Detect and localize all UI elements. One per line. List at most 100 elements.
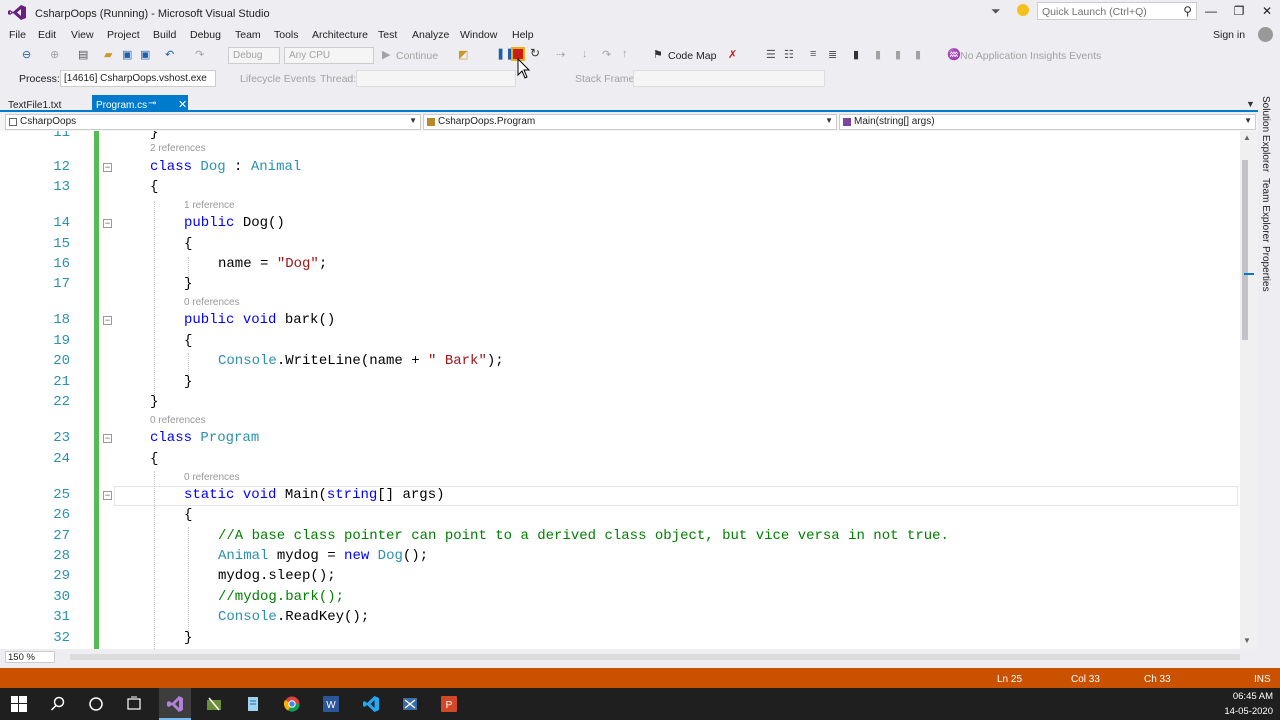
continue-icon[interactable]: ▶ [382, 48, 390, 61]
step-into-icon[interactable]: ↓ [582, 48, 588, 60]
collapse-icon[interactable]: − [103, 219, 112, 228]
clear-bookmarks-icon[interactable]: ▮ [915, 48, 921, 61]
vscode-taskbar-icon[interactable] [363, 696, 379, 712]
collapse-icon[interactable]: − [103, 434, 112, 443]
collapse-icon[interactable]: − [103, 491, 112, 500]
collapse-icon[interactable]: − [103, 163, 112, 172]
navigate-forward-icon[interactable]: ⊕ [50, 48, 59, 61]
solution-platform-select[interactable]: Any CPU [284, 47, 374, 64]
menu-test[interactable]: Test [378, 29, 397, 41]
search-icon[interactable]: ⚲ [1183, 4, 1192, 18]
code-map-button[interactable]: Code Map [668, 50, 716, 62]
status-column: Col 33 [1071, 674, 1100, 685]
snipping-tool-taskbar-icon[interactable] [402, 696, 418, 712]
windows-start-icon[interactable] [11, 696, 27, 712]
sign-in-link[interactable]: Sign in [1213, 29, 1245, 41]
menu-build[interactable]: Build [153, 29, 176, 41]
outdent-icon[interactable]: ≣ [828, 48, 837, 61]
member-dropdown[interactable]: Main(string[] args) ▼ [839, 114, 1256, 130]
task-view-icon[interactable] [126, 696, 142, 712]
token: public [184, 312, 235, 328]
save-all-icon[interactable]: ▣ [140, 48, 150, 61]
menu-edit[interactable]: Edit [38, 29, 56, 41]
taskbar-clock-date[interactable]: 14-05-2020 [1220, 706, 1273, 717]
next-bookmark-icon[interactable]: ▮ [895, 48, 901, 61]
redo-icon[interactable]: ↷ [195, 48, 204, 61]
menu-analyze[interactable]: Analyze [412, 29, 449, 41]
chrome-taskbar-icon[interactable] [284, 696, 300, 712]
comment-icon[interactable]: ☰ [766, 48, 776, 61]
menu-debug[interactable]: Debug [190, 29, 221, 41]
break-all-button[interactable]: ❚❚ [496, 47, 514, 60]
word-taskbar-icon[interactable]: W [323, 696, 339, 712]
menu-view[interactable]: View [71, 29, 94, 41]
menu-architecture[interactable]: Architecture [312, 29, 368, 41]
app-insights-events[interactable]: No Application Insights Events [960, 50, 1101, 62]
powerpoint-taskbar-icon[interactable]: P [441, 696, 457, 712]
uncomment-icon[interactable]: ☷ [784, 48, 794, 61]
code-lens-references[interactable]: 0 references [184, 472, 240, 483]
restart-button[interactable]: ↻ [530, 46, 540, 60]
lifecycle-events-dropdown[interactable]: Lifecycle Events [240, 73, 316, 85]
menu-project[interactable]: Project [107, 29, 140, 41]
vertical-scroll-thumb[interactable] [1242, 160, 1248, 340]
taskbar-clock-time[interactable]: 06:45 AM [1225, 691, 1273, 702]
continue-button[interactable]: Continue [396, 50, 438, 62]
tab-textfile1[interactable]: TextFile1.txt [8, 100, 61, 111]
stack-frame-select[interactable] [633, 70, 825, 87]
zoom-level-select[interactable]: 150 % [5, 651, 55, 663]
menu-help[interactable]: Help [512, 29, 534, 41]
code-lens-references[interactable]: 2 references [150, 143, 206, 154]
navigate-back-icon[interactable]: ⊖ [22, 48, 31, 61]
horizontal-scroll-thumb[interactable] [70, 654, 1240, 660]
menu-tools[interactable]: Tools [274, 29, 299, 41]
menu-file[interactable]: File [9, 29, 26, 41]
search-icon[interactable] [50, 696, 66, 712]
type-dropdown[interactable]: CsharpOops.Program ▼ [423, 114, 837, 130]
tools-taskbar-icon[interactable] [206, 696, 222, 712]
process-select[interactable]: [14616] CsharpOops.vshost.exe [60, 70, 216, 87]
undo-icon[interactable]: ↶ [165, 48, 174, 61]
restore-button[interactable]: ❐ [1226, 2, 1252, 20]
solution-explorer-tab[interactable]: Solution Explorer [1260, 96, 1271, 172]
notification-filter-icon[interactable]: ⏷ [991, 4, 1001, 19]
prev-bookmark-icon[interactable]: ▮ [875, 48, 881, 61]
quick-launch-input[interactable]: Quick Launch (Ctrl+Q) ⚲ [1037, 2, 1197, 20]
step-over-icon[interactable]: ↷ [602, 48, 611, 61]
step-out-icon[interactable]: ↑ [622, 48, 628, 60]
account-icon[interactable] [1258, 27, 1273, 42]
code-editor[interactable]: 11 } 2 references 12 − class Dog : Anima… [0, 131, 1258, 649]
save-icon[interactable]: ▣ [122, 48, 132, 61]
scroll-up-icon[interactable]: ▲ [1243, 133, 1251, 142]
code-lens-references[interactable]: 0 references [184, 297, 240, 308]
code-map-icon[interactable]: ⚑ [653, 48, 663, 61]
menu-window[interactable]: Window [460, 29, 497, 41]
properties-tab[interactable]: Properties [1260, 246, 1271, 292]
attach-icon[interactable]: ◩ [458, 48, 468, 61]
solution-configuration-select[interactable]: Debug [228, 47, 280, 64]
scroll-down-icon[interactable]: ▼ [1243, 636, 1251, 645]
new-project-icon[interactable]: ▤ [78, 48, 88, 61]
thread-select[interactable] [356, 70, 516, 87]
code-lens-references[interactable]: 0 references [150, 415, 206, 426]
breakpoints-icon[interactable]: ✗ [728, 48, 737, 61]
code-lens-references[interactable]: 1 reference [184, 200, 235, 211]
open-file-icon[interactable]: ▰ [104, 48, 112, 61]
minimize-button[interactable]: — [1198, 2, 1224, 20]
tab-list-dropdown-icon[interactable]: ▼ [1246, 99, 1255, 109]
close-tab-icon[interactable]: ✕ [178, 98, 187, 111]
pin-tab-icon[interactable]: ⊸ [148, 98, 156, 109]
close-button[interactable]: ✕ [1254, 2, 1280, 20]
show-next-statement-icon[interactable]: ⇢ [556, 48, 565, 61]
indent-icon[interactable]: ≡ [810, 48, 816, 60]
token: Dog() [234, 215, 285, 231]
token: { [184, 333, 193, 349]
collapse-icon[interactable]: − [103, 316, 112, 325]
team-explorer-tab[interactable]: Team Explorer [1260, 178, 1271, 242]
project-dropdown[interactable]: CsharpOops ▼ [5, 114, 421, 130]
menu-team[interactable]: Team [235, 29, 261, 41]
notepad-taskbar-icon[interactable] [245, 696, 261, 712]
bookmark-icon[interactable]: ▮ [853, 48, 859, 61]
cortana-icon[interactable] [88, 696, 104, 712]
feedback-smiley-icon[interactable] [1017, 4, 1029, 16]
